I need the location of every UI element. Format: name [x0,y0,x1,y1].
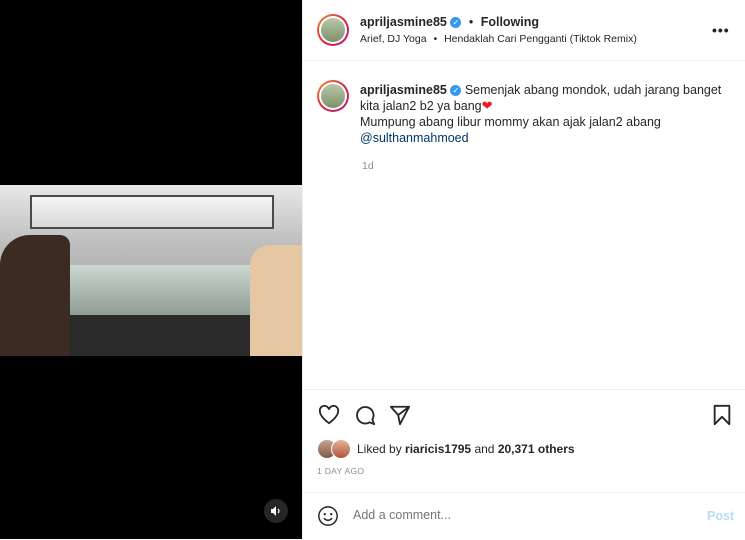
video-seat-right [250,245,302,356]
post-button[interactable]: Post [707,509,734,523]
heart-icon[interactable] [317,403,341,427]
video-sunroof [30,195,274,229]
share-icon[interactable] [388,403,412,427]
speaker-icon [271,506,280,516]
video-frame[interactable] [0,185,302,356]
comment-box: Post [303,492,745,540]
avatar[interactable] [317,14,349,46]
video-media[interactable] [0,0,302,539]
likes-count[interactable]: 20,371 others [498,442,575,456]
caption: apriljasmine85 ✓ Semenjak abang mondok, … [360,82,730,146]
posted-ago[interactable]: 1 DAY AGO [317,466,364,476]
caption-avatar[interactable] [317,80,349,112]
liker-avatar [331,439,351,459]
more-options-icon[interactable]: ••• [712,22,730,38]
header-separator: • [468,15,474,29]
caption-username[interactable]: apriljasmine85 [360,83,447,97]
likes-summary[interactable]: Liked by riaricis1795 and 20,371 others [317,438,575,460]
video-dashboard [70,315,250,356]
liker-username[interactable]: riaricis1795 [405,442,471,456]
audio-track[interactable]: Hendaklah Cari Pengganti (Tiktok Remix) [444,33,637,45]
audio-line[interactable]: Arief, DJ Yoga • Hendaklah Cari Penggant… [360,33,637,45]
comment-input[interactable] [353,508,673,522]
emoji-icon[interactable] [317,505,339,532]
audio-artist[interactable]: Arief, DJ Yoga [360,33,427,45]
post-header: apriljasmine85 ✓ • Following Arief, DJ Y… [303,0,745,61]
audio-separator: • [433,33,438,45]
mention-link[interactable]: @sulthanmahmoed [360,131,469,145]
header-line: apriljasmine85 ✓ • Following [360,15,539,29]
caption-time[interactable]: 1d [362,160,374,172]
red-heart-emoji: ❤ [481,98,493,113]
verified-icon: ✓ [450,85,462,97]
following-button[interactable]: Following [481,15,539,29]
sound-toggle-button[interactable] [264,499,288,523]
likes-and: and [474,442,495,456]
action-bar [303,389,745,436]
header-username[interactable]: apriljasmine85 [360,15,447,29]
video-seat-left [0,235,70,356]
comment-icon[interactable] [353,403,377,427]
likes-prefix: Liked by [357,442,402,456]
verified-icon: ✓ [450,17,462,29]
post-dialog: apriljasmine85 ✓ • Following Arief, DJ Y… [0,0,745,539]
bookmark-icon[interactable] [710,403,734,427]
caption-line2: Mumpung abang libur mommy akan ajak jala… [360,115,661,129]
post-panel: apriljasmine85 ✓ • Following Arief, DJ Y… [302,0,745,539]
